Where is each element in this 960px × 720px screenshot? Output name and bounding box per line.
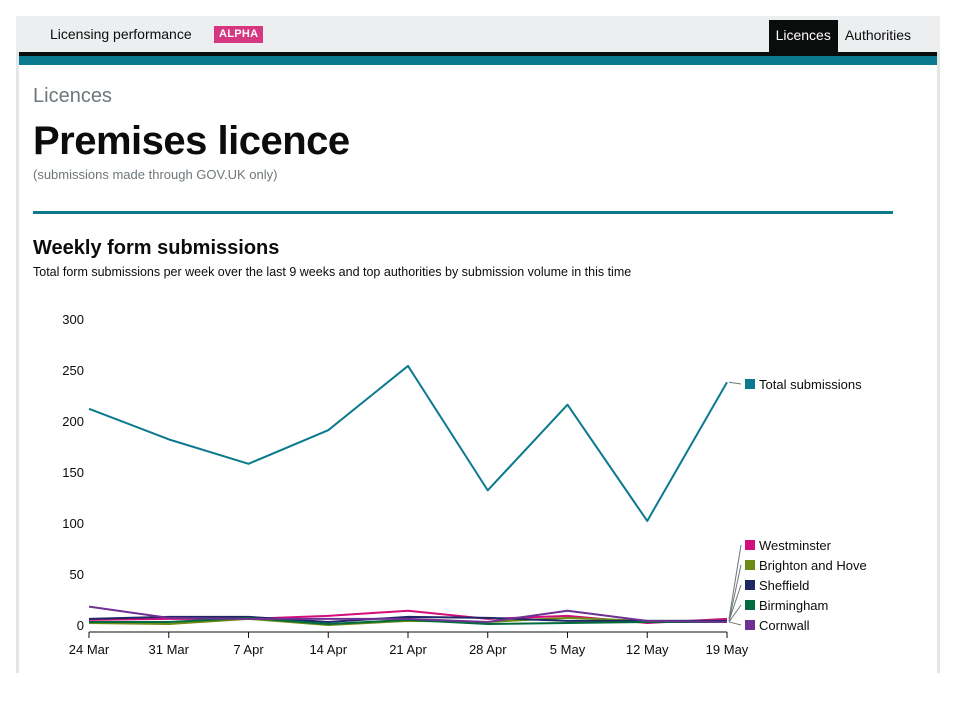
weekly-submissions-chart: 0 50 100 150 200 250 300 24 Mar 31 Mar 7 Apr 14 Ap…: [62, 312, 867, 657]
x-tick-label: 5 May: [550, 642, 586, 657]
legend-swatch: [745, 379, 755, 389]
legend-label: Brighton and Hove: [759, 558, 867, 573]
legend-swatch: [745, 560, 755, 570]
x-tick-label: 14 Apr: [309, 642, 347, 657]
legend-swatch: [745, 580, 755, 590]
y-tick-label: 250: [62, 363, 84, 378]
legend-leader-line: [728, 621, 742, 626]
y-tick-label: 300: [62, 312, 84, 327]
x-tick-label: 31 Mar: [149, 642, 190, 657]
x-tick-label: 24 Mar: [69, 642, 110, 657]
legend-leader-line: [728, 584, 742, 622]
legend-label: Birmingham: [759, 598, 828, 613]
y-tick-label: 0: [77, 618, 84, 633]
y-tick-label: 100: [62, 516, 84, 531]
x-tick-label: 19 May: [706, 642, 749, 657]
x-tick-label: 12 May: [626, 642, 669, 657]
x-tick-label: 21 Apr: [389, 642, 427, 657]
legend-swatch: [745, 600, 755, 610]
y-tick-label: 150: [62, 465, 84, 480]
x-tick-label: 28 Apr: [469, 642, 507, 657]
legend-leader-line: [728, 564, 742, 622]
y-tick-label: 50: [70, 567, 84, 582]
legend-label: Cornwall: [759, 618, 810, 633]
legend-label: Sheffield: [759, 578, 809, 593]
y-tick-label: 200: [62, 414, 84, 429]
legend-label: Total submissions: [759, 377, 862, 392]
legend-swatch: [745, 540, 755, 550]
legend-label: Westminster: [759, 538, 832, 553]
x-tick-label: 7 Apr: [233, 642, 264, 657]
legend-swatch: [745, 620, 755, 630]
legend-leader-line: [728, 381, 742, 385]
series-line-total-submissions: [88, 364, 728, 522]
